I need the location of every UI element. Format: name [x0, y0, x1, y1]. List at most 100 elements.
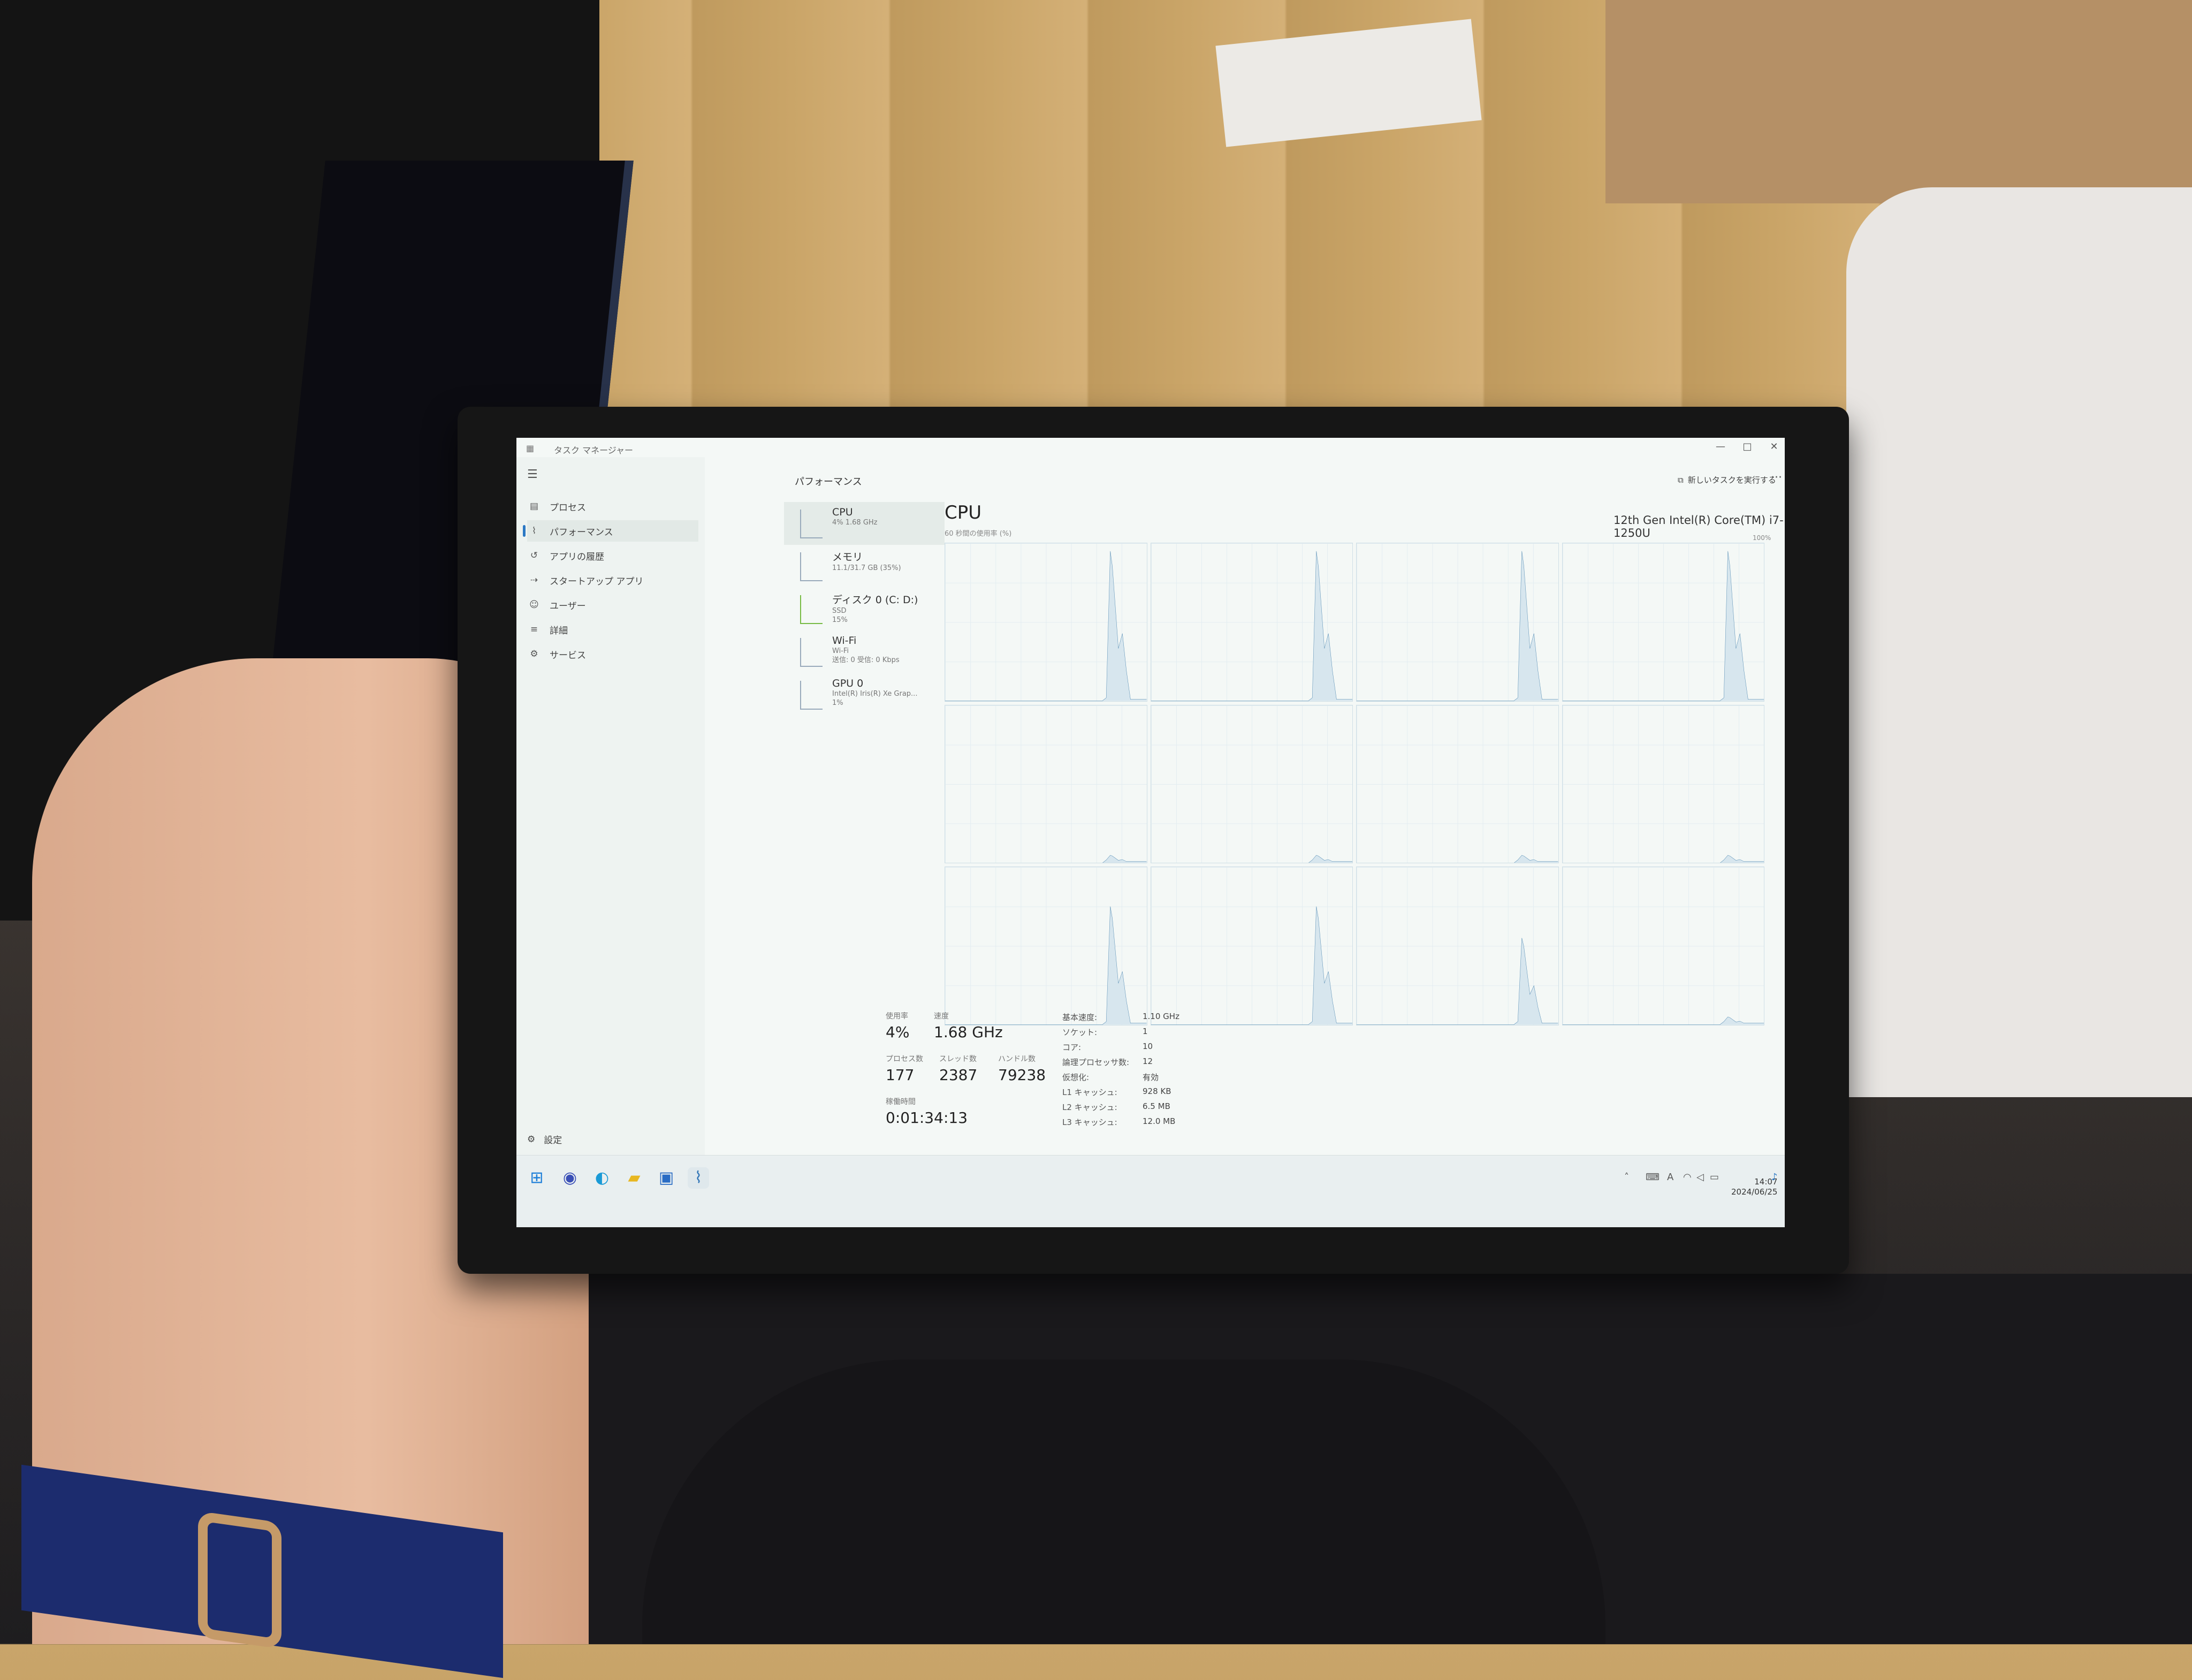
core-graph [1356, 866, 1559, 1025]
info-key: L2 キャッシュ: [1062, 1103, 1117, 1112]
resource-detail: Intel(R) Iris(R) Xe Grap... [832, 690, 918, 698]
chevron-up-icon[interactable]: ˄ [1624, 1172, 1629, 1183]
resource-cpu[interactable]: CPU 4% 1.68 GHz [784, 502, 945, 545]
stat-value: 177 [886, 1066, 915, 1084]
stat-value: 0:01:34:13 [886, 1109, 968, 1127]
core-graphs [945, 543, 1764, 1025]
stat-label: 使用率 [886, 1012, 908, 1021]
resource-memory[interactable]: メモリ 11.1/31.7 GB (35%) [784, 545, 945, 588]
nav-label: ユーザー [550, 600, 586, 612]
nav-item-processes[interactable]: ▤ プロセス [527, 496, 698, 517]
task-manager-taskbar-icon[interactable]: ⌇ [688, 1167, 709, 1189]
keyboard-icon[interactable]: ⌨ [1646, 1172, 1660, 1183]
cardboard-box [1605, 0, 2192, 203]
core-graph [1356, 543, 1559, 702]
run-new-task-button[interactable]: ⧉ 新しいタスクを実行する [1678, 474, 1776, 485]
info-row: コア: 10 [1062, 1042, 1179, 1056]
resource-gpu[interactable]: GPU 0 Intel(R) Iris(R) Xe Grap... 1% [784, 673, 945, 716]
resource-detail: 11.1/31.7 GB (35%) [832, 564, 901, 572]
edge-icon[interactable]: ◐ [591, 1167, 613, 1189]
info-key: 仮想化: [1062, 1073, 1090, 1082]
page-title: パフォーマンス [795, 476, 862, 488]
stat-label: 速度 [934, 1012, 949, 1021]
resource-disk[interactable]: ディスク 0 (C: D:) SSD 15% [784, 588, 945, 630]
clock[interactable]: 14:07 2024/06/25 [1731, 1177, 1777, 1197]
resource-detail: 4% 1.68 GHz [832, 519, 878, 527]
gear-icon: ⚙ [527, 1134, 536, 1145]
resource-detail-2: 送信: 0 受信: 0 Kbps [832, 656, 900, 664]
core-usage-area [945, 855, 1147, 863]
nav-label: 詳細 [550, 625, 568, 636]
ime-icon[interactable]: A [1667, 1172, 1673, 1183]
core-graph [1150, 866, 1353, 1025]
stat-handles: ハンドル数 79238 [998, 1053, 1046, 1084]
wifi-sparkline [800, 638, 823, 667]
core-graph [1562, 704, 1764, 864]
watch-buckle [198, 1511, 281, 1649]
nav-item-startup-apps[interactable]: ⇢ スタートアップ アプリ [527, 569, 698, 591]
info-value: 有効 [1143, 1073, 1159, 1082]
nav-item-services[interactable]: ⚙ サービス [527, 643, 698, 665]
core-graph [1562, 543, 1764, 702]
nav-item-details[interactable]: ≡ 詳細 [527, 619, 698, 640]
details-icon: ≡ [530, 624, 538, 635]
core-usage-area [1151, 855, 1352, 863]
disk-sparkline [800, 595, 823, 624]
task-manager-icon: ▦ [526, 443, 535, 453]
stat-label: プロセス数 [886, 1055, 923, 1063]
nav-item-users[interactable]: ☺ ユーザー [527, 594, 698, 615]
core-usage-area [1357, 551, 1558, 701]
resource-detail-2: 15% [832, 616, 848, 624]
core-graph [1562, 866, 1764, 1025]
resource-list: CPU 4% 1.68 GHz メモリ 11.1/31.7 GB (35%) デ… [784, 502, 945, 716]
core-usage-area [1151, 906, 1352, 1025]
nav-label: パフォーマンス [550, 527, 613, 538]
core-usage-area [1357, 855, 1558, 863]
folder-icon[interactable]: ▰ [623, 1167, 645, 1189]
core-usage-area [1562, 551, 1764, 701]
startup-apps-icon: ⇢ [530, 575, 538, 586]
minimize-button[interactable]: — [1710, 441, 1731, 452]
volume-icon[interactable]: ◁ [1696, 1172, 1704, 1183]
resource-detail: SSD [832, 607, 847, 615]
memory-sparkline [800, 552, 823, 581]
info-value: 6.5 MB [1143, 1101, 1170, 1111]
stat-value: 79238 [998, 1066, 1046, 1084]
core-usage-area [1562, 855, 1764, 863]
more-options-button[interactable]: ··· [1771, 471, 1782, 484]
app-icon[interactable]: ◉ [559, 1167, 581, 1189]
cpu-title: CPU [945, 502, 982, 523]
start-icon[interactable]: ⊞ [526, 1167, 547, 1189]
core-graph [945, 704, 1147, 864]
info-value: 1 [1143, 1027, 1148, 1036]
clock-date: 2024/06/25 [1731, 1187, 1778, 1197]
hamburger-menu-icon[interactable]: ☰ [527, 468, 538, 481]
stat-value: 4% [886, 1023, 910, 1041]
nav-item-app-history[interactable]: ↺ アプリの履歴 [527, 545, 698, 566]
notification-bell-icon[interactable]: ♪ [1771, 1172, 1778, 1183]
nav-label: プロセス [550, 502, 586, 513]
app-history-icon: ↺ [530, 550, 538, 561]
close-button[interactable]: ✕ [1763, 441, 1785, 452]
users-icon: ☺ [529, 599, 539, 610]
white-plastic-bag [1846, 187, 2192, 1097]
resource-detail: Wi-Fi [832, 647, 849, 655]
info-row: L2 キャッシュ: 6.5 MB [1062, 1101, 1179, 1116]
battery-icon[interactable]: ▭ [1710, 1172, 1719, 1183]
gpu-sparkline [800, 681, 823, 710]
info-value: 12 [1143, 1056, 1153, 1066]
resource-wifi[interactable]: Wi-Fi Wi-Fi 送信: 0 受信: 0 Kbps [784, 630, 945, 673]
info-row: L1 キャッシュ: 928 KB [1062, 1086, 1179, 1101]
resource-name: Wi-Fi [832, 635, 857, 647]
stat-label: スレッド数 [939, 1055, 977, 1063]
settings-button[interactable]: ⚙ 設定 [527, 1132, 562, 1146]
lap [642, 1359, 1605, 1644]
stat-processes: プロセス数 177 [886, 1053, 923, 1084]
stat-speed: 速度 1.68 GHz [934, 1010, 1003, 1041]
maximize-button[interactable]: □ [1737, 441, 1758, 452]
nav-item-performance[interactable]: ⌇ パフォーマンス [523, 520, 698, 542]
stat-label: ハンドル数 [998, 1055, 1036, 1063]
store-icon[interactable]: ▣ [656, 1167, 677, 1189]
wifi-icon[interactable]: ◠ [1683, 1172, 1692, 1183]
window-title: タスク マネージャー [554, 445, 633, 455]
